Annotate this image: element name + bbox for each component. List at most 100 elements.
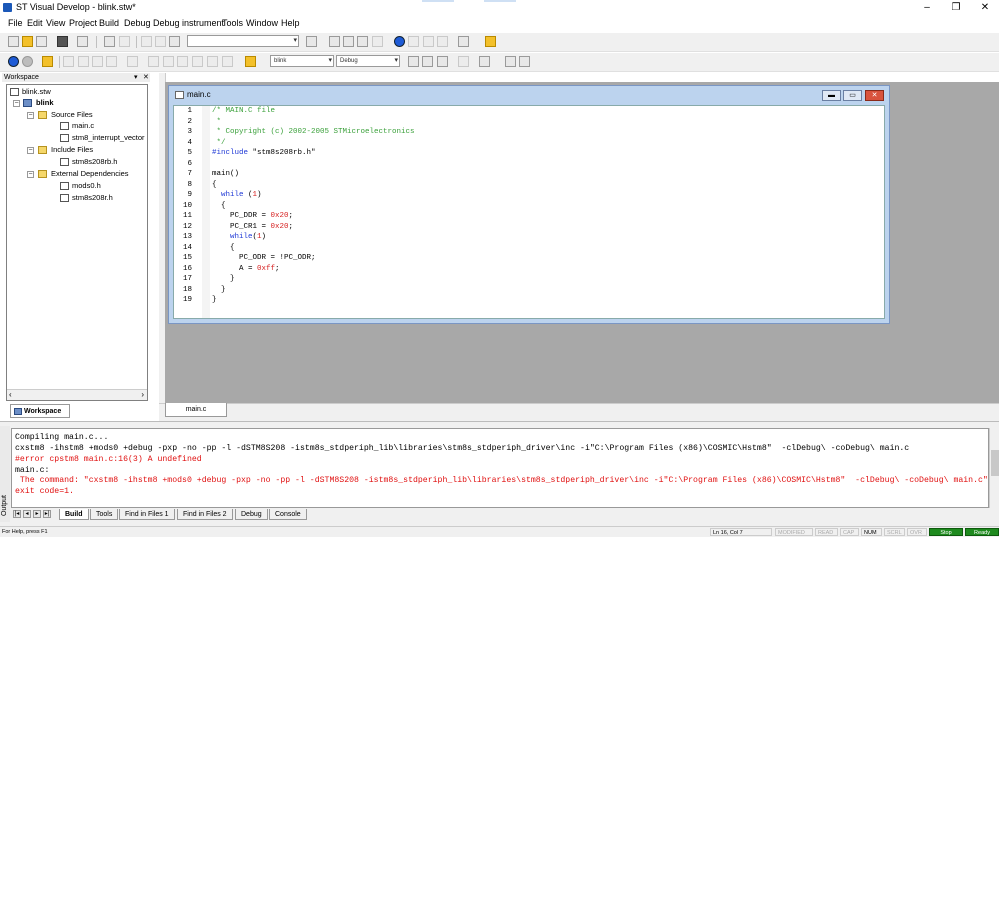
status-cap: CAP [840, 528, 859, 536]
menu-debug[interactable]: Debug [124, 18, 151, 28]
code-editor[interactable]: 1 2 3 4 5 6 7 8 9 10 11 12 13 14 15 16 1… [173, 105, 885, 319]
run-icon[interactable] [8, 56, 19, 67]
tree-item-mods0-h[interactable]: mods0.h [72, 181, 101, 191]
save-icon[interactable] [57, 36, 68, 47]
tab-build[interactable]: Build [59, 509, 89, 520]
output-text[interactable]: Compiling main.c... cxstm8 -ihstm8 +mods… [11, 428, 989, 508]
clear-bookmarks-icon[interactable] [437, 36, 448, 47]
menu-help[interactable]: Help [281, 18, 300, 28]
target-combo[interactable]: blink ▾ [270, 55, 334, 67]
editor-minimize-button[interactable]: ▬ [822, 90, 841, 101]
stop-build-icon[interactable] [458, 56, 469, 67]
compile-icon[interactable] [408, 56, 419, 67]
indent-icon[interactable] [458, 36, 469, 47]
menu-debug-instrument[interactable]: Debug instrument [153, 18, 224, 28]
hand-icon[interactable] [329, 36, 340, 47]
tab-console[interactable]: Console [269, 509, 307, 520]
workspace-horizontal-scrollbar[interactable]: ‹ › [7, 389, 147, 400]
status-num: NUM [861, 528, 882, 536]
print-icon[interactable] [77, 36, 88, 47]
previous-tab-icon[interactable]: ◂ [23, 510, 31, 518]
edit-icon[interactable] [245, 56, 256, 67]
next-bookmark-icon[interactable] [408, 36, 419, 47]
tab-find-in-files-1[interactable]: Find in Files 1 [119, 509, 175, 520]
scroll-thumb[interactable] [991, 450, 999, 476]
find-in-files-icon[interactable] [306, 36, 317, 47]
output-vertical-scrollbar[interactable] [989, 428, 999, 508]
instruction-step-icon[interactable] [148, 56, 159, 67]
maximize-button[interactable]: ❐ [941, 1, 971, 15]
step-icon[interactable] [63, 56, 74, 67]
toggle-breakpoint-icon[interactable] [357, 36, 368, 47]
tab-tools[interactable]: Tools [90, 509, 119, 520]
cut-icon[interactable] [141, 36, 152, 47]
tree-item-project[interactable]: blink [36, 98, 54, 108]
continue-icon[interactable] [42, 56, 53, 67]
menu-tools[interactable]: Tools [222, 18, 243, 28]
step-into-icon[interactable] [78, 56, 89, 67]
tree-item-external-dependencies[interactable]: External Dependencies [51, 169, 129, 179]
menu-build[interactable]: Build [99, 18, 119, 28]
menu-edit[interactable]: Edit [27, 18, 43, 28]
close-button[interactable]: ✕ [970, 1, 999, 15]
tree-item-stm8s208rb-h[interactable]: stm8s208rb.h [72, 157, 117, 167]
next-tab-icon[interactable]: ▸ [33, 510, 41, 518]
instruction-step-over-icon[interactable] [163, 56, 174, 67]
last-tab-icon[interactable]: ▸| [43, 510, 51, 518]
tree-item-source-files[interactable]: Source Files [51, 110, 93, 120]
editor-close-button[interactable]: ✕ [865, 90, 884, 101]
collapse-icon[interactable]: − [27, 112, 34, 119]
collapse-icon[interactable]: − [27, 147, 34, 154]
rebuild-icon[interactable] [437, 56, 448, 67]
tab-main-c[interactable]: main.c [165, 403, 227, 417]
menu-window[interactable]: Window [246, 18, 278, 28]
step-over-icon[interactable] [92, 56, 103, 67]
tab-workspace[interactable]: Workspace [10, 404, 70, 418]
tree-item-workspace[interactable]: blink.stw [22, 87, 51, 97]
undo-icon[interactable] [104, 36, 115, 47]
tree-item-stm8s208r-h[interactable]: stm8s208r.h [72, 193, 113, 203]
stop-icon[interactable] [22, 56, 33, 67]
close-icon[interactable]: ✕ [143, 73, 149, 82]
scroll-left-icon[interactable]: ‹ [9, 390, 12, 399]
debug-start-icon[interactable] [479, 56, 490, 67]
workspace-settings-icon[interactable] [485, 36, 496, 47]
tree-item-include-files[interactable]: Include Files [51, 145, 93, 155]
open-folder-icon[interactable] [22, 36, 33, 47]
debug-stop-icon[interactable] [519, 56, 530, 67]
step-out-icon[interactable] [106, 56, 117, 67]
paste-icon[interactable] [169, 36, 180, 47]
fold-margin[interactable] [202, 106, 210, 318]
build-icon[interactable] [422, 56, 433, 67]
break-icon[interactable] [207, 56, 218, 67]
run-to-cursor-icon[interactable] [127, 56, 138, 67]
menu-project[interactable]: Project [69, 18, 97, 28]
scroll-right-icon[interactable]: › [141, 390, 144, 399]
new-file-icon[interactable] [8, 36, 19, 47]
tree-item-interrupt-vector[interactable]: stm8_interrupt_vector [72, 133, 145, 143]
instruction-step-out-icon[interactable] [177, 56, 188, 67]
collapse-icon[interactable]: − [13, 100, 20, 107]
programmer-icon[interactable] [505, 56, 516, 67]
tree-item-main-c[interactable]: main.c [72, 121, 94, 131]
pin-icon[interactable]: ▾ [134, 73, 138, 82]
tab-find-in-files-2[interactable]: Find in Files 2 [177, 509, 233, 520]
previous-bookmark-icon[interactable] [423, 36, 434, 47]
first-tab-icon[interactable]: |◂ [13, 510, 21, 518]
minimize-button[interactable]: – [912, 1, 942, 15]
find-combo[interactable]: ▾ [187, 35, 299, 47]
open-workspace-icon[interactable] [36, 36, 47, 47]
bookmark-icon[interactable] [343, 36, 354, 47]
tab-debug[interactable]: Debug [235, 509, 268, 520]
menu-file[interactable]: File [8, 18, 23, 28]
restart-icon[interactable] [222, 56, 233, 67]
collapse-icon[interactable]: − [27, 171, 34, 178]
configuration-combo[interactable]: Debug ▾ [336, 55, 400, 67]
menu-view[interactable]: View [46, 18, 65, 28]
clear-breakpoints-icon[interactable] [372, 36, 383, 47]
copy-icon[interactable] [155, 36, 166, 47]
go-to-icon[interactable] [394, 36, 405, 47]
reset-icon[interactable] [192, 56, 203, 67]
redo-icon[interactable] [119, 36, 130, 47]
editor-maximize-button[interactable]: ▭ [843, 90, 862, 101]
